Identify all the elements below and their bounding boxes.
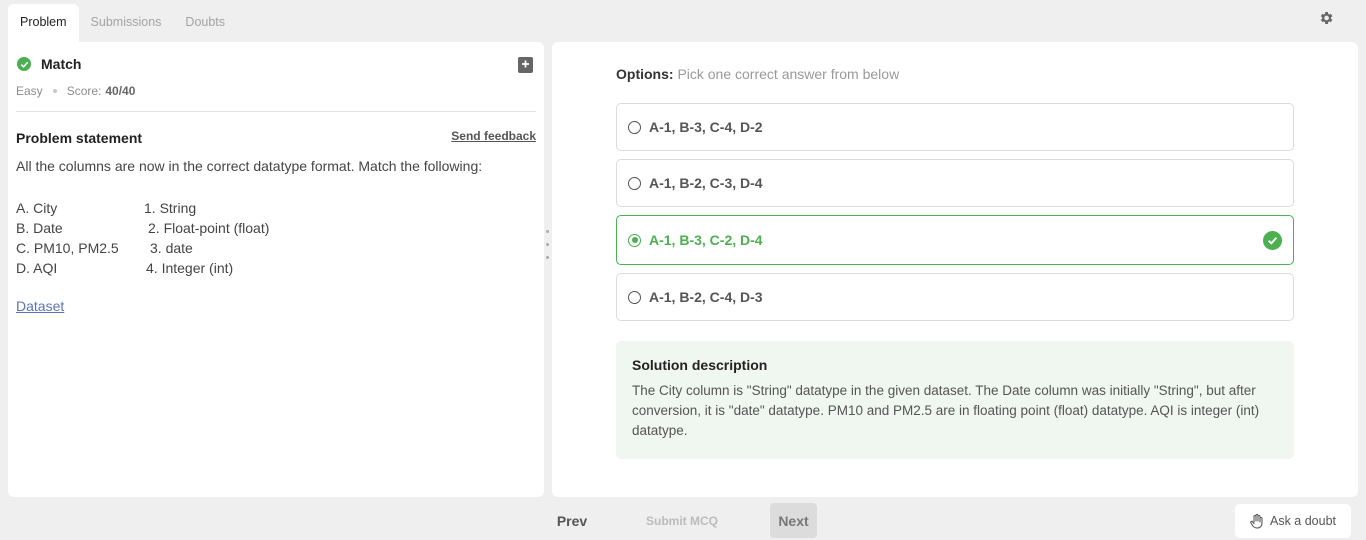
bookmark-add-icon[interactable] [518,57,533,73]
match-right: 3. date [150,240,193,256]
options-instruction: Pick one correct answer from below [677,66,900,82]
check-circle-icon [1263,231,1282,250]
ask-doubt-button[interactable]: Ask a doubt [1235,504,1351,538]
option-label: A-1, B-3, C-4, D-2 [649,119,763,135]
problem-title-row: Match [17,56,81,72]
match-right: 2. Float-point (float) [148,220,270,236]
score-value: 40/40 [105,84,136,98]
options-panel: Options: Pick one correct answer from be… [552,42,1358,497]
match-right: 4. Integer (int) [146,260,234,276]
match-left: C. PM10, PM2.5 [16,240,119,256]
match-row: C. PM10, PM2.5 3. date [16,238,336,258]
check-circle-icon [17,57,31,71]
panel-resize-handle[interactable] [546,230,550,269]
match-row: D. AQI 4. Integer (int) [16,258,336,278]
option-item[interactable]: A-1, B-3, C-4, D-2 [616,103,1294,151]
option-label: A-1, B-2, C-3, D-4 [649,175,763,191]
divider [16,111,536,112]
options-heading: Options: Pick one correct answer from be… [616,66,899,82]
ask-doubt-label: Ask a doubt [1269,514,1336,528]
separator-dot [52,89,57,93]
option-item[interactable]: A-1, B-2, C-3, D-4 [616,159,1294,207]
match-left: A. City [16,200,58,216]
option-label: A-1, B-2, C-4, D-3 [649,289,763,305]
hand-icon [1250,513,1263,529]
solution-box: Solution description The City column is … [616,341,1294,459]
solution-text: The City column is "String" datatype in … [632,383,1260,438]
dataset-link[interactable]: Dataset [16,298,64,314]
match-row: B. Date 2. Float-point (float) [16,218,336,238]
tab-bar: Problem Submissions Doubts [8,4,237,42]
radio-icon [628,120,641,134]
radio-icon [628,290,641,304]
problem-panel: Match Easy Score: 40/40 Problem statemen… [8,42,544,497]
tab-submissions[interactable]: Submissions [79,4,174,42]
option-item[interactable]: A-1, B-2, C-4, D-3 [616,273,1294,321]
prev-button[interactable]: Prev [545,505,599,537]
statement-text: All the columns are now in the correct d… [16,158,483,174]
match-table: A. City 1. String B. Date 2. Float-point… [16,198,336,278]
submit-mcq-button[interactable]: Submit MCQ [636,505,728,537]
option-item-correct[interactable]: A-1, B-3, C-2, D-4 [616,215,1294,265]
match-row: A. City 1. String [16,198,336,218]
radio-icon [628,176,641,190]
problem-title: Match [41,56,82,72]
gear-icon[interactable] [1318,10,1334,26]
score-label: Score: [66,84,102,98]
statement-heading: Problem statement [16,130,143,146]
options-label: Options: [616,66,674,82]
solution-title: Solution description [632,357,768,373]
match-left: B. Date [16,220,63,236]
match-right: 1. String [144,200,197,216]
next-button[interactable]: Next [770,503,817,538]
option-label: A-1, B-3, C-2, D-4 [649,232,763,248]
send-feedback-link[interactable]: Send feedback [451,129,536,143]
tab-problem[interactable]: Problem [8,4,79,42]
difficulty-label: Easy [16,84,43,98]
radio-selected-icon [628,233,641,247]
tab-doubts[interactable]: Doubts [173,4,237,42]
match-left: D. AQI [16,260,58,276]
problem-meta: Easy Score: 40/40 [16,84,135,98]
